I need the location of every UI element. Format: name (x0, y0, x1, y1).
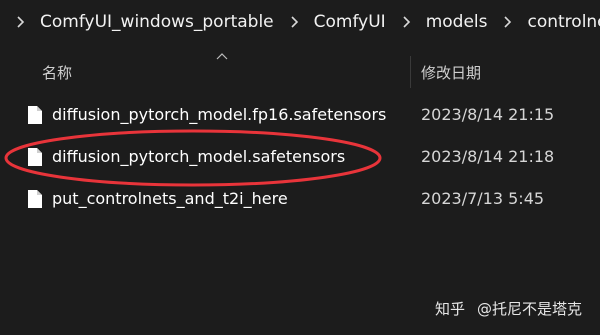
column-header-date-modified[interactable]: 修改日期 (421, 62, 481, 83)
file-icon (27, 147, 43, 167)
column-header-name[interactable]: 名称 (42, 62, 72, 83)
watermark: 知乎 @托尼不是塔克 (435, 298, 582, 319)
chevron-right-icon[interactable] (14, 15, 28, 29)
file-name: diffusion_pytorch_model.safetensors (52, 147, 346, 166)
file-icon (27, 105, 43, 125)
file-date-modified: 2023/7/13 5:45 (421, 189, 545, 208)
sort-ascending-icon (216, 53, 228, 60)
file-explorer-window: ComfyUI_windows_portable ComfyUI models … (0, 0, 600, 335)
breadcrumb: ComfyUI_windows_portable ComfyUI models … (0, 0, 600, 44)
chevron-right-icon[interactable] (501, 15, 515, 29)
breadcrumb-item-comfyui[interactable]: ComfyUI (314, 12, 386, 32)
chevron-right-icon[interactable] (400, 15, 414, 29)
breadcrumb-item-comfyui-windows-portable[interactable]: ComfyUI_windows_portable (40, 12, 274, 32)
file-name: diffusion_pytorch_model.fp16.safetensors (52, 105, 387, 124)
breadcrumb-item-models[interactable]: models (426, 12, 488, 32)
watermark-author: @托尼不是塔克 (476, 300, 582, 318)
column-divider[interactable] (410, 56, 411, 88)
file-row[interactable]: put_controlnets_and_t2i_here 2023/7/13 5… (0, 182, 600, 216)
file-row[interactable]: diffusion_pytorch_model.fp16.safetensors… (0, 98, 600, 132)
file-row[interactable]: diffusion_pytorch_model.safetensors 2023… (0, 140, 600, 174)
file-date-modified: 2023/8/14 21:15 (421, 105, 555, 124)
file-date-modified: 2023/8/14 21:18 (421, 147, 555, 166)
chevron-right-icon[interactable] (288, 15, 302, 29)
watermark-brand: 知乎 (434, 300, 465, 318)
file-icon (27, 189, 43, 209)
file-name: put_controlnets_and_t2i_here (52, 189, 288, 208)
breadcrumb-item-controlnet[interactable]: controlnet (527, 12, 600, 32)
